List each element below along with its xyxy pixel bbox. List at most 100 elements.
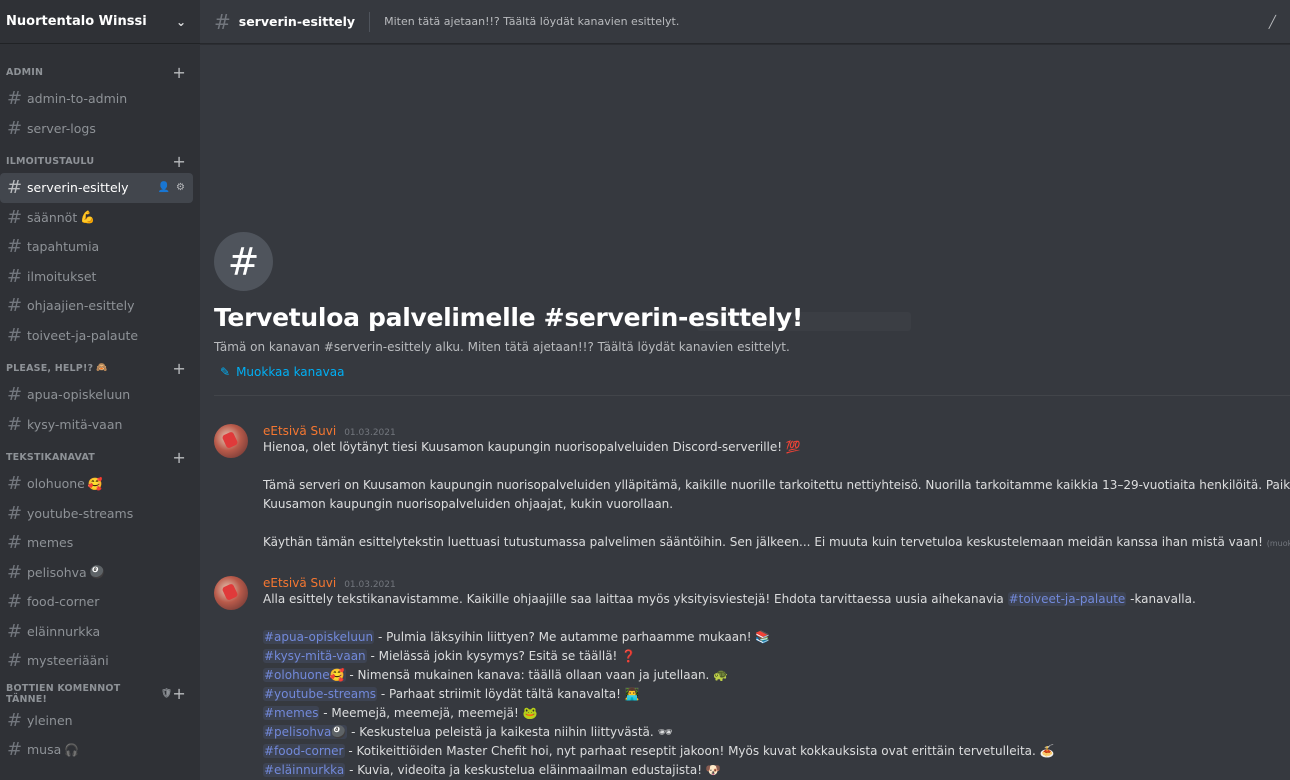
- edit-channel-button[interactable]: ✎ Muokkaa kanavaa: [214, 365, 344, 379]
- channel-mention[interactable]: #olohuone🥰: [263, 668, 346, 682]
- sidebar-channel[interactable]: # säännöt 💪: [0, 203, 193, 233]
- hash-icon: #: [7, 709, 23, 731]
- hash-icon: #: [7, 384, 23, 406]
- channel-topic[interactable]: Miten tätä ajetaan!!? Täältä löydät kana…: [384, 15, 679, 28]
- hash-icon: #: [7, 561, 23, 583]
- message-line: #apua-opiskeluun - Pulmia läksyihin liit…: [263, 628, 1290, 647]
- author-name[interactable]: eEtsivä Suvi: [263, 424, 336, 438]
- category-label: ILMOITUSTAULU: [6, 155, 95, 167]
- hash-icon: #: [7, 295, 23, 317]
- message-line: #memes - Meemejä, meemejä, meemejä! 🐸: [263, 704, 1290, 723]
- message: eEtsivä Suvi 01.03.2021 Hienoa, olet löy…: [214, 424, 1290, 553]
- invite-icon[interactable]: 👤: [158, 182, 170, 193]
- channel-name: youtube-streams: [27, 505, 134, 521]
- channel-name: ohjaajien-esittely: [27, 298, 135, 314]
- channel-actions: 👤 ⚙: [158, 182, 185, 193]
- category-label: BOTTIEN KOMENNOT TÄNNE!: [6, 682, 121, 705]
- channel-mention[interactable]: #eläinnurkka: [263, 763, 346, 777]
- author-name[interactable]: eEtsivä Suvi: [263, 576, 336, 590]
- sidebar-channel[interactable]: # pelisohva 🎱: [0, 558, 193, 588]
- sidebar-channel[interactable]: # yleinen: [0, 706, 193, 736]
- gear-icon[interactable]: ⚙: [176, 182, 185, 193]
- sidebar-channel[interactable]: # toiveet-ja-palaute: [0, 321, 193, 351]
- channel-name: admin-to-admin: [27, 91, 128, 107]
- pin-icon[interactable]: ╱: [1269, 15, 1276, 29]
- channel-emoji: 🥰: [87, 476, 103, 491]
- message-header: eEtsivä Suvi 01.03.2021: [263, 424, 1290, 438]
- message-text: - Kotikeittiöiden Master Chefit hoi, nyt…: [344, 744, 1055, 758]
- category-header[interactable]: TEKSTIKANAVAT +: [0, 445, 200, 469]
- channel-mention[interactable]: #toiveet-ja-palaute: [1007, 592, 1127, 606]
- add-channel-icon[interactable]: +: [172, 684, 186, 703]
- message-line: Kuusamon kaupungin nuorisopalveluiden oh…: [263, 497, 674, 511]
- message-line: #olohuone🥰 - Nimensä mukainen kanava: tä…: [263, 666, 1290, 685]
- channel-name: memes: [27, 535, 74, 551]
- channel-name: kysy-mitä-vaan: [27, 416, 123, 432]
- sidebar-channel[interactable]: # ohjaajien-esittely: [0, 291, 193, 321]
- sidebar-channel[interactable]: # apua-opiskeluun: [0, 380, 193, 410]
- sidebar-channel[interactable]: # server-logs: [0, 114, 193, 144]
- category-emoji: 🙈: [96, 363, 108, 373]
- topbar-divider: [369, 11, 371, 32]
- sidebar-channel[interactable]: # olohuone 🥰: [0, 469, 193, 499]
- hash-icon: #: [7, 739, 23, 761]
- sidebar-channel[interactable]: # food-corner: [0, 587, 193, 617]
- add-channel-icon[interactable]: +: [172, 359, 186, 378]
- sidebar-channel[interactable]: # mysteeriääni: [0, 646, 193, 676]
- sidebar-channel[interactable]: # youtube-streams: [0, 499, 193, 529]
- channel-name: apua-opiskeluun: [27, 387, 131, 403]
- hash-icon: #: [7, 650, 23, 672]
- message-text: Käythän tämän esittelytekstin luettuasi …: [263, 535, 1263, 549]
- hash-icon: #: [7, 591, 23, 613]
- channel-name: musa: [27, 742, 62, 758]
- hash-icon: #: [7, 620, 23, 642]
- category-header[interactable]: ILMOITUSTAULU +: [0, 149, 200, 173]
- category-header[interactable]: PLEASE, HELP!? 🙈 +: [0, 356, 200, 380]
- channel-mention[interactable]: #food-corner: [263, 744, 345, 758]
- main-panel: # serverin-esittely Miten tätä ajetaan!!…: [200, 0, 1290, 780]
- hash-icon: #: [7, 206, 23, 228]
- server-header[interactable]: Nuortentalo Winssi ⌄: [0, 0, 200, 44]
- channel-mention[interactable]: #memes: [263, 706, 320, 720]
- channel-mention[interactable]: #kysy-mitä-vaan: [263, 649, 367, 663]
- channel-mention[interactable]: #pelisohva🎱: [263, 725, 348, 739]
- timestamp: 01.03.2021: [344, 428, 396, 438]
- avatar[interactable]: [214, 576, 248, 610]
- channel-name: food-corner: [27, 594, 100, 610]
- message: eEtsivä Suvi 01.03.2021 Alla esittely te…: [214, 576, 1290, 780]
- add-channel-icon[interactable]: +: [172, 63, 186, 82]
- sidebar-channel[interactable]: # serverin-esittely 👤 ⚙: [0, 173, 193, 203]
- add-channel-icon[interactable]: +: [172, 448, 186, 467]
- sidebar-channel[interactable]: # ilmoitukset: [0, 262, 193, 292]
- add-channel-icon[interactable]: +: [172, 152, 186, 171]
- message-body: eEtsivä Suvi 01.03.2021 Hienoa, olet löy…: [263, 424, 1290, 553]
- category-header[interactable]: BOTTIEN KOMENNOT TÄNNE! 🛡 +: [0, 682, 200, 706]
- channel-emoji: 🎱: [89, 565, 105, 580]
- channel-name: säännöt: [27, 209, 78, 225]
- category-label: PLEASE, HELP!?: [6, 362, 94, 374]
- sidebar-channel[interactable]: # eläinnurkka: [0, 617, 193, 647]
- message-line: #pelisohva🎱 - Keskustelua peleistä ja ka…: [263, 723, 1290, 742]
- message-line: #kysy-mitä-vaan - Mielässä jokin kysymys…: [263, 647, 1290, 666]
- divider: [214, 395, 1290, 396]
- sidebar-channel[interactable]: # tapahtumia: [0, 232, 193, 262]
- message-area: # Tervetuloa palvelimelle #serverin-esit…: [200, 44, 1290, 780]
- sidebar-channel[interactable]: # musa 🎧: [0, 735, 193, 765]
- sidebar-channel[interactable]: # memes: [0, 528, 193, 558]
- hash-icon: #: [7, 532, 23, 554]
- channel-hash-icon: #: [214, 232, 273, 291]
- category-header[interactable]: ADMIN +: [0, 60, 200, 84]
- channel-name: serverin-esittely: [27, 180, 129, 196]
- message-line: Hienoa, olet löytänyt tiesi Kuusamon kau…: [263, 440, 801, 454]
- edit-channel-label: Muokkaa kanavaa: [236, 365, 345, 379]
- timestamp: 01.03.2021: [344, 580, 396, 590]
- message-text: -kanavalla.: [1126, 592, 1196, 606]
- chevron-down-icon[interactable]: ⌄: [176, 15, 186, 29]
- channel-mention[interactable]: #apua-opiskeluun: [263, 630, 375, 644]
- avatar[interactable]: [214, 424, 248, 458]
- message-line: Alla esittely tekstikanavistamme. Kaikil…: [263, 590, 1290, 609]
- channel-mention[interactable]: #youtube-streams: [263, 687, 378, 701]
- sidebar-channel[interactable]: # admin-to-admin: [0, 84, 193, 114]
- message-text: - Meemejä, meemejä, meemejä! 🐸: [319, 706, 538, 720]
- sidebar-channel[interactable]: # kysy-mitä-vaan: [0, 410, 193, 440]
